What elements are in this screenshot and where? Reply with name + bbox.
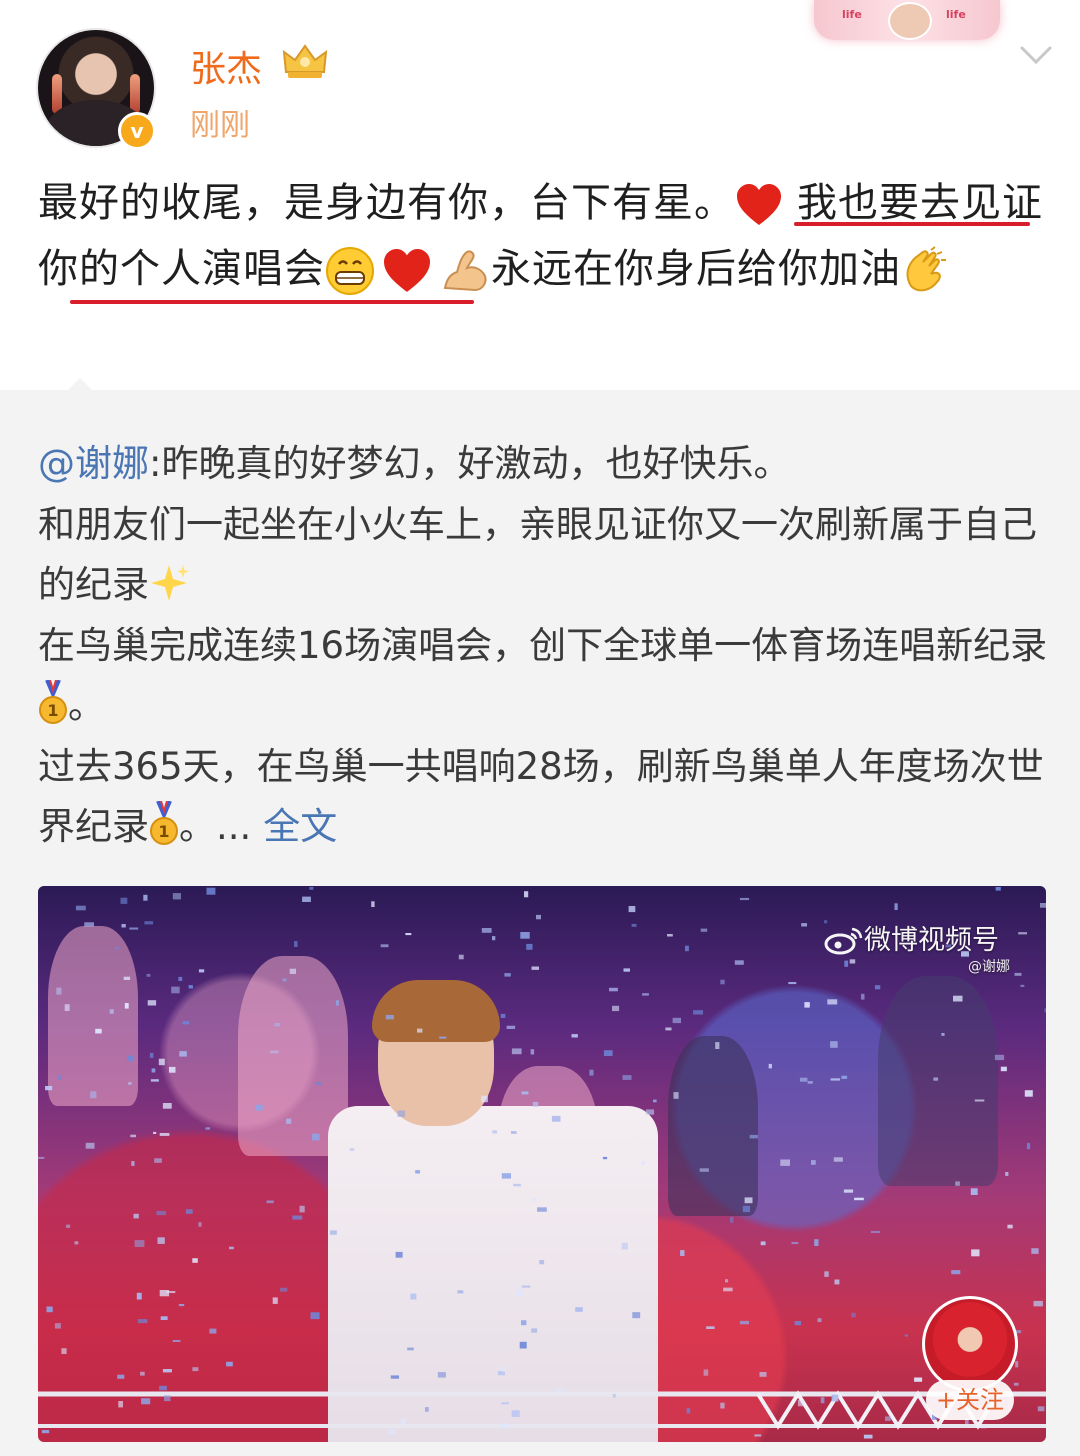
red-heart-icon xyxy=(384,249,430,292)
red-heart-icon xyxy=(737,184,781,225)
verified-icon: v xyxy=(118,112,156,150)
full-text-link[interactable]: 全文 xyxy=(263,805,337,848)
confetti-overlay xyxy=(38,886,1046,1439)
highlight-underline xyxy=(70,300,474,304)
repost-line: 在鸟巢完成连续16场演唱会，创下全球单一体育场连唱新纪录 xyxy=(38,623,1048,667)
sticker-tag: life xyxy=(842,8,862,21)
weibo-video-watermark: 微博视频号 xyxy=(824,918,999,957)
video-player[interactable]: 微博视频号 @谢娜 +关注 xyxy=(38,886,1046,1442)
mention-link[interactable]: @谢娜 xyxy=(38,442,149,485)
watermark-author: @谢娜 xyxy=(968,959,1010,975)
repost-line: 。 xyxy=(68,684,105,727)
medal-icon: 1 xyxy=(150,801,178,845)
clapping-hands-icon xyxy=(906,246,946,292)
sparkles-icon xyxy=(151,565,189,601)
post-text-segment: 最好的收尾，是身边有你，台下有星。 xyxy=(38,180,735,226)
header-sticker: life life xyxy=(814,0,1000,40)
grinning-face-icon xyxy=(326,247,374,295)
medal-number: 1 xyxy=(158,822,169,841)
sticker-face xyxy=(888,2,932,40)
follow-button[interactable]: +关注 xyxy=(926,1380,1014,1420)
weibo-logo-icon xyxy=(824,927,863,955)
watermark-text: 微博视频号 xyxy=(864,925,999,956)
post-text: 最好的收尾，是身边有你，台下有星。 我也要去见证你的个人演唱会 永远在你身后给你加油 xyxy=(38,170,1048,302)
post-header: v 张杰 刚刚 life life xyxy=(0,0,1080,160)
post-text-segment: 永远在你身后给你加油 xyxy=(491,246,901,292)
channel-avatar[interactable] xyxy=(922,1296,1018,1392)
repost-text: @谢娜:昨晚真的好梦幻，好激动，也好快乐。 和朋友们一起坐在小火车上，亲眼见证你… xyxy=(38,434,1048,858)
flexed-biceps-icon xyxy=(443,250,487,292)
repost-line: 。... xyxy=(179,805,252,848)
highlight-underline xyxy=(794,222,1030,226)
repost-line: :昨晚真的好梦幻，好激动，也好快乐。 xyxy=(149,442,791,485)
author-name[interactable]: 张杰 xyxy=(190,40,262,92)
crown-icon xyxy=(282,44,328,78)
medal-number: 1 xyxy=(47,701,58,720)
chevron-down-icon[interactable] xyxy=(1016,40,1056,70)
post-time: 刚刚 xyxy=(190,108,250,143)
medal-icon: 1 xyxy=(39,680,67,724)
sticker-tag: life xyxy=(946,8,966,21)
